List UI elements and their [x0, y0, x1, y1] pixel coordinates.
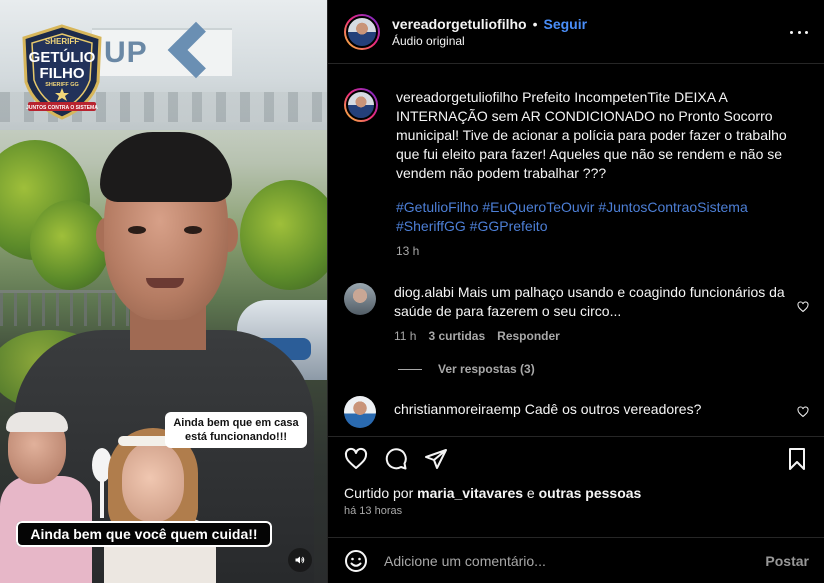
- inset-man-hair: [6, 412, 68, 432]
- comment-text-block: diog.alabi Mais um palhaço usando e coag…: [394, 283, 794, 321]
- comment-item: diog.alabi Mais um palhaço usando e coag…: [344, 283, 809, 346]
- separator-dot: •: [532, 15, 538, 32]
- caption-text-block: vereadorgetuliofilho Prefeito Incompeten…: [396, 88, 806, 183]
- liked-by-others[interactable]: outras pessoas: [539, 485, 642, 501]
- author-avatar[interactable]: [344, 13, 380, 50]
- caption-username[interactable]: vereadorgetuliofilho: [396, 89, 518, 105]
- author-username[interactable]: vereadorgetuliofilho: [392, 16, 527, 32]
- logo-text-middle: SHERIFF GG: [45, 82, 79, 88]
- comment-meta: 11 h 3 curtidas Responder: [394, 327, 794, 346]
- bookmark-save-icon[interactable]: [785, 447, 809, 471]
- comment-likes[interactable]: 3 curtidas: [428, 327, 485, 346]
- comment-body: diog.alabi Mais um palhaço usando e coag…: [394, 283, 794, 346]
- caption-avatar-image: [346, 90, 376, 120]
- post-actions: Curtido por maria_vitavares e outras pes…: [328, 436, 824, 517]
- comment-text: Cadê os outros vereadores?: [524, 401, 702, 417]
- palm-tree: [240, 180, 327, 290]
- comment-body: christianmoreiraemp Cadê os outros verea…: [394, 396, 794, 428]
- commenter-username[interactable]: diog.alabi: [394, 284, 454, 300]
- man-hair: [100, 132, 232, 202]
- post-timestamp: há 13 horas: [344, 505, 403, 517]
- commenter-avatar[interactable]: [344, 396, 376, 428]
- caption-body: vereadorgetuliofilho Prefeito Incompeten…: [396, 88, 806, 261]
- view-replies-label: Ver respostas (3): [438, 362, 535, 376]
- comment-like-heart-icon[interactable]: [797, 301, 809, 313]
- man-eye: [184, 226, 202, 234]
- comment-time: 11 h: [394, 329, 417, 343]
- commenter-username[interactable]: christianmoreiraemp: [394, 401, 521, 417]
- comment-like-heart-icon[interactable]: [797, 406, 809, 418]
- commenter-avatar[interactable]: [344, 283, 376, 315]
- post-caption: vereadorgetuliofilho Prefeito Incompeten…: [344, 64, 809, 261]
- caption-hashtags[interactable]: #GetulioFilho #EuQueroTeOuvir #JuntosCon…: [396, 198, 806, 236]
- share-send-icon[interactable]: [424, 447, 448, 471]
- liked-by-user[interactable]: maria_vitavares: [417, 485, 523, 501]
- man-eye: [128, 226, 146, 234]
- reply-button[interactable]: Responder: [497, 327, 560, 346]
- emoji-smiley-icon[interactable]: [344, 549, 368, 573]
- speaker-icon: [295, 556, 305, 564]
- sheriff-shield-icon: SHERIFF GETÚLIO FILHO SHERIFF GG JUNTOS …: [22, 24, 102, 120]
- inset-elderly-man: [0, 412, 92, 583]
- liked-by-summary[interactable]: Curtido por maria_vitavares e outras pes…: [344, 485, 809, 501]
- sheriff-logo: SHERIFF GETÚLIO FILHO SHERIFF GG JUNTOS …: [20, 24, 104, 120]
- comments-list[interactable]: vereadorgetuliofilho Prefeito Incompeten…: [328, 64, 824, 436]
- add-comment-bar: Postar: [328, 537, 824, 583]
- caption-time: 13 h: [396, 244, 420, 258]
- more-options-button[interactable]: [790, 24, 808, 40]
- caption-bubble-small: Ainda bem que em casa está funcionando!!…: [165, 412, 307, 448]
- inset-woman-head: [122, 442, 184, 522]
- more-dot: [805, 30, 808, 34]
- post-header: vereadorgetuliofilho • Seguir Áudio orig…: [328, 0, 824, 64]
- liked-conjunction: e: [526, 485, 535, 501]
- inset-woman: [104, 428, 216, 583]
- instagram-post-view: UP SHERIFF GETÚLIO FILHO SHERIFF GG JUNT…: [0, 0, 824, 583]
- like-heart-icon[interactable]: [344, 447, 368, 471]
- comment-input[interactable]: [384, 552, 766, 569]
- view-replies-button[interactable]: Ver respostas (3): [398, 362, 809, 376]
- logo-text-name1: GETÚLIO: [29, 48, 96, 66]
- liked-prefix: Curtido por: [344, 485, 414, 501]
- logo-text-name2: FILHO: [40, 65, 85, 82]
- header-line: vereadorgetuliofilho • Seguir: [392, 16, 587, 32]
- mute-toggle-button[interactable]: [288, 548, 312, 572]
- caption-avatar[interactable]: [344, 88, 378, 122]
- audio-link[interactable]: Áudio original: [392, 34, 587, 48]
- logo-text-bottom: JUNTOS CONTRA O SISTEMA: [26, 105, 98, 111]
- header-meta: vereadorgetuliofilho • Seguir Áudio orig…: [392, 16, 587, 48]
- replies-line: [398, 368, 422, 370]
- comment-item: christianmoreiraemp Cadê os outros verea…: [344, 396, 809, 428]
- action-icons-row: [344, 439, 809, 479]
- reel-video[interactable]: UP SHERIFF GETÚLIO FILHO SHERIFF GG JUNT…: [0, 0, 327, 583]
- post-comment-button[interactable]: Postar: [765, 553, 809, 569]
- comment-bubble-icon[interactable]: [384, 447, 408, 471]
- logo-text-top: SHERIFF: [45, 37, 79, 46]
- post-sidebar: vereadorgetuliofilho • Seguir Áudio orig…: [327, 0, 824, 583]
- more-dot: [797, 30, 801, 34]
- building-sign-letters: UP: [104, 36, 148, 69]
- caption-bubble-big: Ainda bem que você quem cuida!!: [16, 521, 272, 547]
- follow-button[interactable]: Seguir: [543, 16, 587, 32]
- author-avatar-image: [346, 15, 378, 48]
- man-mouth: [146, 278, 184, 288]
- more-horizontal-icon: [790, 30, 793, 34]
